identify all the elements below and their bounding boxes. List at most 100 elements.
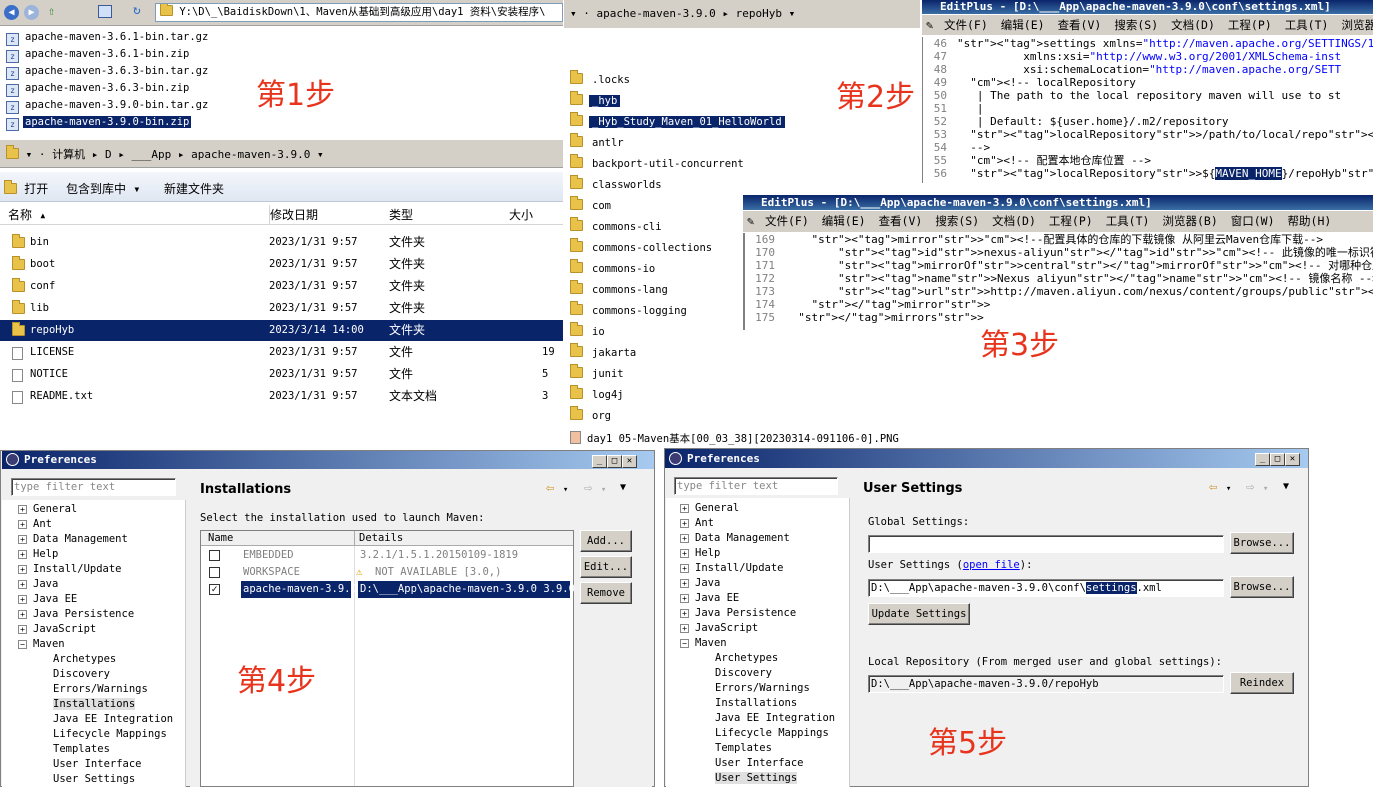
global-browse-button[interactable]: Browse... [1230,532,1294,554]
installation-row[interactable]: ✓ apache-maven-3.9.0 D:\___App\apache-mave… [201,581,575,598]
code-line[interactable]: 51 | [923,102,1373,115]
tree-item[interactable]: + JavaScript [680,622,758,634]
menu-item[interactable]: 搜索(S) [1114,18,1158,32]
explorer3-breadcrumb[interactable]: ▾ · apache-maven-3.9.0 ▸ repoHyb ▾ [570,7,795,20]
png-file-item[interactable]: day1 05-Maven基本[00_03_38][20230314-09110… [570,431,899,446]
code-line[interactable]: 46 "str"><"tag">settings xmlns="http://ma… [923,37,1373,50]
folder-item[interactable]: _hyb [570,91,621,110]
view-icon[interactable] [98,5,112,18]
tree-item[interactable]: Java EE Integration [715,712,835,724]
menu-item[interactable]: 文档(D) [1171,18,1215,32]
tree-item[interactable]: User Interface [53,758,142,770]
tree-item[interactable]: Java EE Integration [53,713,173,725]
table-row[interactable]: LICENSE 2023/1/31 9:57 文件 19 [0,342,563,363]
expand-icon[interactable]: + [18,595,27,604]
menu-item[interactable]: 工具(T) [1285,18,1329,32]
include-library-button[interactable]: 包含到库中 ▾ [66,180,140,197]
code-line[interactable]: 48 xsi:schemaLocation="http://maven.apac… [923,63,1373,76]
tree-item[interactable]: + Java EE [680,592,739,604]
expand-icon[interactable]: + [680,609,689,618]
folder-item[interactable]: org [570,406,614,425]
file-item[interactable]: z apache-maven-3.6.1-bin.tar.gz [6,30,210,46]
col-date[interactable]: 修改日期 [269,205,318,225]
menu-item[interactable]: 编辑(E) [1001,18,1045,32]
code-line[interactable]: 172 "str"><"tag">name"str">>Nexus aliyun… [745,272,1373,285]
nav-back-icon[interactable]: ⇦ ▾ [546,480,568,496]
file-item[interactable]: z apache-maven-3.6.3-bin.zip [6,81,191,97]
tree-item[interactable]: Templates [53,743,110,755]
code-line[interactable]: 47 xmlns:xsi="http://www.w3.org/2001/XML… [923,50,1373,63]
tree-item[interactable]: Installations [53,698,136,710]
expand-icon[interactable]: + [680,579,689,588]
minimize-icon[interactable]: _ [1255,453,1270,466]
tree-item[interactable]: + Ant [18,518,52,530]
open-button[interactable]: 打开 [4,180,48,197]
tree-item[interactable]: Errors/Warnings [53,683,148,695]
tree-item[interactable]: + JavaScript [18,623,96,635]
code-line[interactable]: 173 "str"><"tag">url"str">>http://maven.… [745,285,1373,298]
folder-item[interactable]: io [570,322,608,341]
tree-item[interactable]: + Java EE [18,593,77,605]
tree-item[interactable]: + Help [680,547,720,559]
collapse-icon[interactable]: − [18,640,27,649]
checkbox[interactable]: ✓ [209,584,220,595]
table-row[interactable]: README.txt 2023/1/31 9:57 文本文档 3 [0,386,563,407]
view-menu-icon[interactable]: ▼ [1283,481,1289,492]
expand-icon[interactable]: + [680,504,689,513]
code-line[interactable]: 171 "str"><"tag">mirrorOf"str">>central"… [745,259,1373,272]
view-menu-icon[interactable]: ▼ [620,482,626,493]
pref2-filter-input[interactable]: type filter text [674,477,838,495]
col-details-header[interactable]: Details [354,531,403,546]
folder-item[interactable]: commons-cli [570,217,665,236]
code-line[interactable]: 169 "str"><"tag">mirror"str">>"cm"><!--配… [745,233,1373,246]
remove-button[interactable]: Remove [580,582,632,604]
user-browse-button[interactable]: Browse... [1230,576,1294,598]
code-line[interactable]: 50 | The path to the local repository ma… [923,89,1373,102]
installation-row[interactable]: WORKSPACE ⚠ NOT AVAILABLE [3.0,) [201,564,573,581]
folder-item[interactable]: commons-lang [570,280,671,299]
menu-item[interactable]: 工具(T) [1106,214,1150,228]
folder-item[interactable]: jakarta [570,343,639,362]
folder-item[interactable]: antlr [570,133,627,152]
close-icon[interactable]: ✕ [622,455,637,468]
tree-item[interactable]: User Settings [53,773,135,785]
table-row[interactable]: repoHyb 2023/3/14 14:00 文件夹 [0,320,563,341]
code-line[interactable]: 53 "str"><"tag">localRepository"str">>/p… [923,128,1373,141]
add-button[interactable]: Add... [580,530,632,552]
col-name-header[interactable]: Name [208,531,233,546]
expand-icon[interactable]: + [680,624,689,633]
folder-item[interactable]: classworlds [570,175,665,194]
installation-row[interactable]: EMBEDDED 3.2.1/1.5.1.20150109-1819 [201,547,573,564]
menu-item[interactable]: 查看(V) [879,214,923,228]
expand-icon[interactable]: + [18,565,27,574]
tree-item[interactable]: + General [18,503,77,515]
folder-item[interactable]: commons-collections [570,238,715,257]
global-settings-input[interactable] [868,535,1224,553]
forward-icon[interactable]: ▶ [24,5,39,20]
menu-item[interactable]: 编辑(E) [822,214,866,228]
reindex-button[interactable]: Reindex [1230,672,1294,694]
code-line[interactable]: 49 "cm"><!-- localRepository [923,76,1373,89]
tree-item[interactable]: + Help [18,548,58,560]
open-file-link[interactable]: open file [963,559,1020,571]
folder-item[interactable]: backport-util-concurrent [570,154,747,173]
nav-forward-icon[interactable]: ⇨ ▾ [584,480,606,496]
expand-icon[interactable]: + [680,519,689,528]
tree-item[interactable]: − Maven [18,638,65,650]
expand-icon[interactable]: + [18,505,27,514]
tree-item[interactable]: User Settings [715,772,798,784]
refresh-icon[interactable]: ↻ [133,3,141,18]
tree-item[interactable]: + Install/Update [18,563,122,575]
menu-item[interactable]: 浏览器 [1341,18,1373,32]
menu-item[interactable]: 工程(P) [1049,214,1093,228]
tree-item[interactable]: Errors/Warnings [715,682,810,694]
menu-item[interactable]: 窗口(W) [1231,214,1275,228]
code-line[interactable]: 174 "str"></"tag">mirror"str">> [745,298,1373,311]
expand-icon[interactable]: + [18,550,27,559]
menu-item[interactable]: 帮助(H) [1288,214,1332,228]
folder-item[interactable]: com [570,196,614,215]
expand-icon[interactable]: + [680,549,689,558]
tree-item[interactable]: Discovery [715,667,772,679]
folder-item[interactable]: log4j [570,385,627,404]
tree-item[interactable]: + Java Persistence [680,607,796,619]
